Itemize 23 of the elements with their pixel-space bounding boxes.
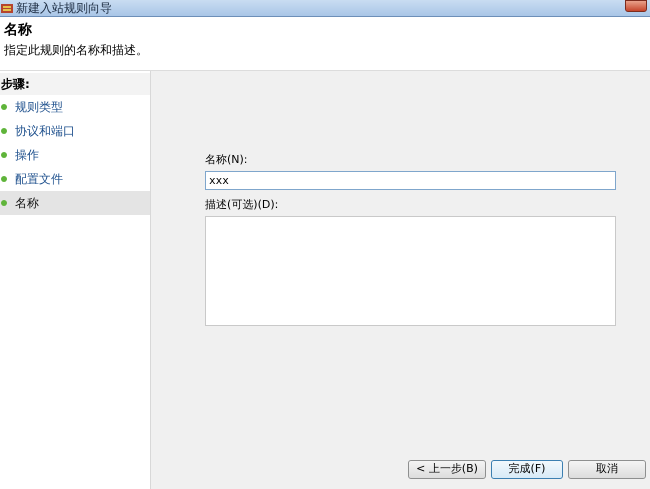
dialog-button[interactable]: 取消 — [568, 460, 646, 479]
window-title: 新建入站规则向导 — [16, 2, 112, 14]
bullet-icon — [1, 104, 7, 110]
close-button[interactable] — [625, 0, 647, 12]
step-item[interactable]: 协议和端口 — [0, 119, 150, 143]
dialog-button[interactable]: < 上一步(B) — [408, 460, 486, 479]
step-item[interactable]: 名称 — [0, 191, 150, 215]
firewall-icon — [1, 2, 13, 14]
name-label: 名称(N): — [205, 153, 249, 167]
bullet-icon — [1, 176, 7, 182]
steps-heading: 步骤: — [0, 73, 150, 95]
step-item[interactable]: 操作 — [0, 143, 150, 167]
bullet-icon — [1, 128, 7, 134]
description-field[interactable] — [205, 216, 616, 326]
step-item[interactable]: 配置文件 — [0, 167, 150, 191]
name-field[interactable]: xxx — [205, 171, 616, 190]
bullet-icon — [1, 200, 7, 206]
step-item[interactable]: 规则类型 — [0, 95, 150, 119]
dialog-button[interactable]: 完成(F) — [491, 460, 563, 479]
page-heading: 名称 — [4, 21, 33, 40]
description-label: 描述(可选)(D): — [205, 198, 280, 212]
bullet-icon — [1, 152, 7, 158]
page-description: 指定此规则的名称和描述。 — [4, 42, 149, 59]
